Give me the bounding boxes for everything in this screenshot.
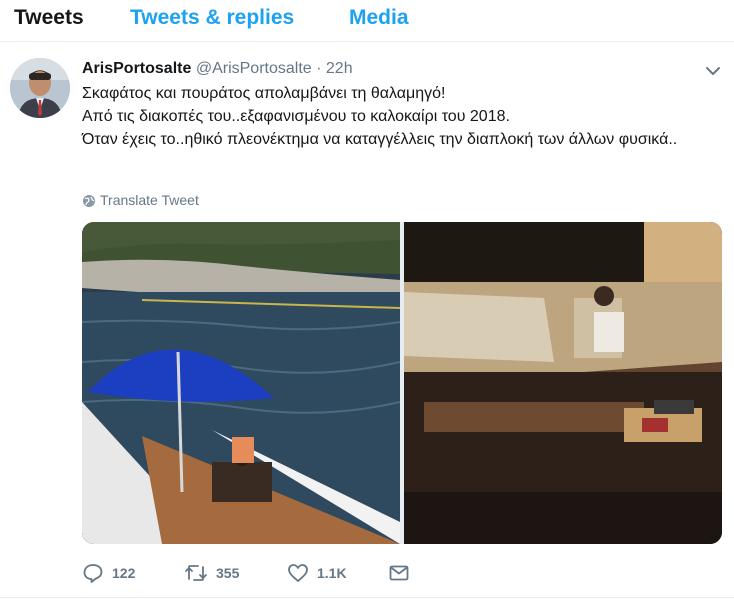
tweet-line: Σκαφάτος και πουράτος απολαμβάνει τη θαλ…: [82, 85, 446, 102]
globe-icon: [83, 195, 95, 207]
like-button[interactable]: 1.1K: [287, 561, 347, 585]
tweet-media: [82, 222, 722, 544]
translate-tweet-link[interactable]: Translate Tweet: [82, 191, 199, 209]
chevron-down-icon[interactable]: [704, 62, 722, 80]
tweet-line: Όταν έχεις το..ηθικό πλεονέκτημα να κατα…: [82, 131, 678, 148]
avatar-image: [10, 58, 70, 118]
tweet-actions: 122 355 1.1K: [82, 561, 442, 585]
direct-message-button[interactable]: [388, 561, 410, 585]
tab-tweets-and-replies[interactable]: Tweets & replies: [130, 4, 294, 32]
tweet-timestamp[interactable]: 22h: [326, 60, 353, 77]
display-name[interactable]: ArisPortosalte: [82, 60, 191, 77]
tab-media[interactable]: Media: [349, 4, 409, 32]
tweet-line: Από τις διακοπές του..εξαφανισμένου το κ…: [82, 108, 510, 125]
translate-label: Translate Tweet: [100, 192, 199, 208]
tab-tweets[interactable]: Tweets: [14, 4, 84, 32]
photo-yacht-cabin[interactable]: [404, 222, 722, 544]
tweet-text: Σκαφάτος και πουράτος απολαμβάνει τη θαλ…: [82, 82, 722, 151]
envelope-icon: [389, 565, 409, 581]
retweet-button[interactable]: 355: [184, 561, 239, 585]
tweet-header: ArisPortosalte @ArisPortosalte · 22h: [82, 58, 353, 80]
like-count: 1.1K: [317, 565, 347, 581]
photo-yacht-deck[interactable]: [82, 222, 401, 544]
user-handle[interactable]: @ArisPortosalte: [196, 60, 312, 77]
divider: [0, 597, 734, 598]
reply-count: 122: [112, 565, 136, 581]
retweet-count: 355: [216, 565, 240, 581]
separator-dot: ·: [316, 60, 322, 77]
reply-icon: [83, 564, 103, 583]
reply-button[interactable]: 122: [82, 561, 135, 585]
heart-icon: [288, 564, 308, 582]
profile-tabs: Tweets Tweets & replies Media: [0, 0, 734, 42]
avatar[interactable]: [10, 58, 70, 118]
retweet-icon: [185, 565, 207, 581]
